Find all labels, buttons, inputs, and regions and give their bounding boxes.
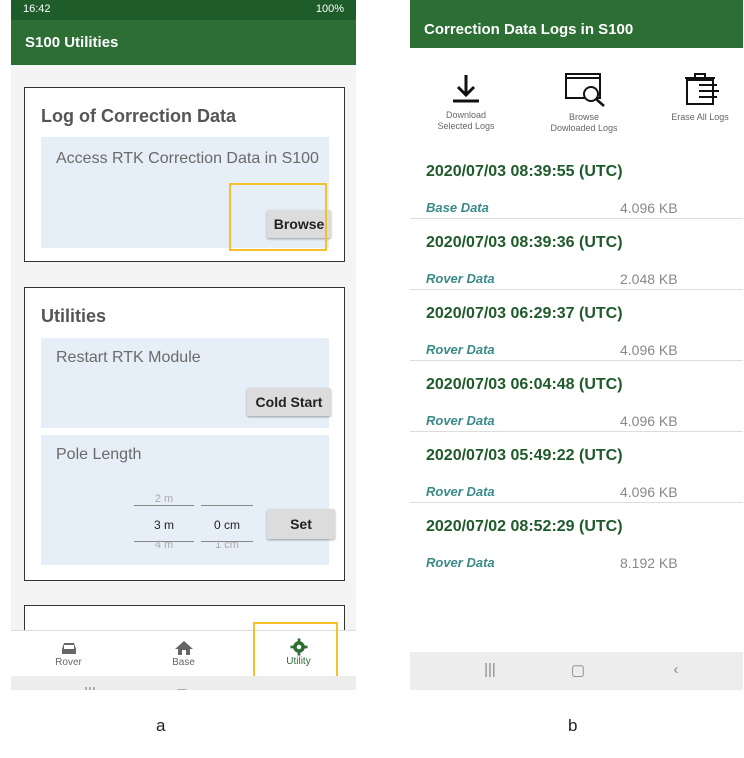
nav-rover[interactable]: Rover [11, 631, 126, 677]
screen-a: 16:42 100% S100 Utilities Log of Correct… [11, 0, 356, 690]
status-bar: 16:42 100% [11, 0, 356, 20]
restart-label: Restart RTK Module [56, 349, 201, 366]
log-size: 4.096 KB [620, 484, 678, 500]
log-timestamp: 2020/07/03 08:39:36 (UTC) [426, 234, 623, 251]
home-button-icon[interactable]: ▢ [568, 661, 588, 681]
log-row[interactable]: 2020/07/03 06:04:48 (UTC) Rover Data 4.0… [410, 361, 743, 432]
meter-current: 3 m [153, 518, 174, 532]
battery-level: 100% [315, 3, 344, 15]
log-type: Rover Data [426, 271, 495, 286]
log-size: 2.048 KB [620, 271, 678, 287]
utilities-card-title: Utilities [41, 306, 107, 326]
log-timestamp: 2020/07/03 06:29:37 (UTC) [426, 305, 623, 322]
car-icon [61, 643, 76, 654]
download-selected-button[interactable]: Download Selected Logs [416, 70, 516, 132]
browse-downloaded-button[interactable]: Browse Dowloaded Logs [534, 70, 634, 134]
log-row[interactable]: 2020/07/03 05:49:22 (UTC) Rover Data 4.0… [410, 432, 743, 503]
log-row[interactable]: 2020/07/03 08:39:55 (UTC) Base Data 4.09… [410, 148, 743, 219]
utilities-scroll-area[interactable]: Log of Correction Data Access RTK Correc… [11, 65, 356, 667]
log-timestamp: 2020/07/02 08:52:29 (UTC) [426, 518, 623, 535]
recents-icon[interactable]: ||| [80, 685, 100, 690]
cold-start-button[interactable]: Cold Start [247, 388, 331, 416]
picker-divider [134, 505, 194, 506]
erase-all-button[interactable]: Erase All Logs [650, 70, 743, 123]
pole-length-section: Pole Length 2 m 3 m 4 m 0 cm 1 cm Set [41, 435, 335, 565]
recents-icon[interactable]: ||| [480, 661, 500, 681]
log-row[interactable]: 2020/07/03 08:39:36 (UTC) Rover Data 2.0… [410, 219, 743, 290]
log-size: 4.096 KB [620, 200, 678, 216]
cm-below: 1 cm [215, 539, 239, 551]
meter-below: 4 m [154, 539, 174, 551]
meter-above: 2 m [154, 493, 174, 505]
log-row[interactable]: 2020/07/03 06:29:37 (UTC) Rover Data 4.0… [410, 290, 743, 361]
log-type: Rover Data [426, 555, 495, 570]
nav-rover-label: Rover [55, 657, 82, 668]
download-selected-label: Download Selected Logs [437, 110, 495, 131]
back-icon[interactable]: ‹ [666, 661, 686, 681]
app-title: S100 Utilities [11, 20, 356, 65]
browse-highlight [229, 183, 327, 251]
meter-picker[interactable]: 2 m 3 m 4 m [134, 493, 194, 553]
nav-base[interactable]: Base [126, 631, 241, 677]
browse-downloaded-label: Browse Dowloaded Logs [550, 112, 618, 133]
log-list: 2020/07/03 08:39:55 (UTC) Base Data 4.09… [410, 148, 743, 573]
browse-window-icon [565, 73, 605, 107]
back-icon[interactable]: ‹ [264, 685, 284, 690]
restart-section: Restart RTK Module Cold Start [41, 338, 331, 428]
download-icon [453, 75, 479, 103]
log-timestamp: 2020/07/03 06:04:48 (UTC) [426, 376, 623, 393]
logs-toolbar: Download Selected Logs Browse Dowloaded … [410, 48, 743, 146]
system-nav-bar: ||| ▢ ‹ [410, 652, 743, 690]
cm-current: 0 cm [213, 518, 240, 532]
log-card-title: Log of Correction Data [41, 106, 237, 126]
caption-b: b [568, 716, 578, 735]
log-type: Rover Data [426, 484, 495, 499]
system-nav-bar: ||| ▢ ‹ [11, 676, 356, 690]
access-correction-label: Access RTK Correction Data in S100 [56, 150, 319, 167]
log-timestamp: 2020/07/03 05:49:22 (UTC) [426, 447, 623, 464]
status-time: 16:42 [23, 3, 51, 15]
set-button[interactable]: Set [267, 509, 335, 539]
nav-base-label: Base [172, 657, 195, 668]
erase-all-label: Erase All Logs [671, 112, 729, 122]
screen-b: Correction Data Logs in S100 Download Se… [410, 0, 743, 690]
home-button-icon[interactable]: ▢ [172, 685, 192, 690]
caption-a: a [156, 716, 166, 735]
picker-divider [201, 505, 253, 506]
log-size: 8.192 KB [620, 555, 678, 571]
trash-icon [685, 73, 719, 105]
log-type: Rover Data [426, 342, 495, 357]
pole-length-label: Pole Length [56, 446, 142, 463]
log-timestamp: 2020/07/03 08:39:55 (UTC) [426, 163, 623, 180]
log-row[interactable]: 2020/07/02 08:52:29 (UTC) Rover Data 8.1… [410, 503, 743, 573]
cm-picker[interactable]: 0 cm 1 cm [201, 493, 253, 553]
log-type: Rover Data [426, 413, 495, 428]
utilities-card: Utilities Restart RTK Module Cold Start … [24, 287, 345, 581]
home-icon [174, 641, 193, 655]
log-type: Base Data [426, 200, 489, 215]
log-size: 4.096 KB [620, 413, 678, 429]
log-size: 4.096 KB [620, 342, 678, 358]
logs-app-title: Correction Data Logs in S100 [410, 0, 743, 48]
